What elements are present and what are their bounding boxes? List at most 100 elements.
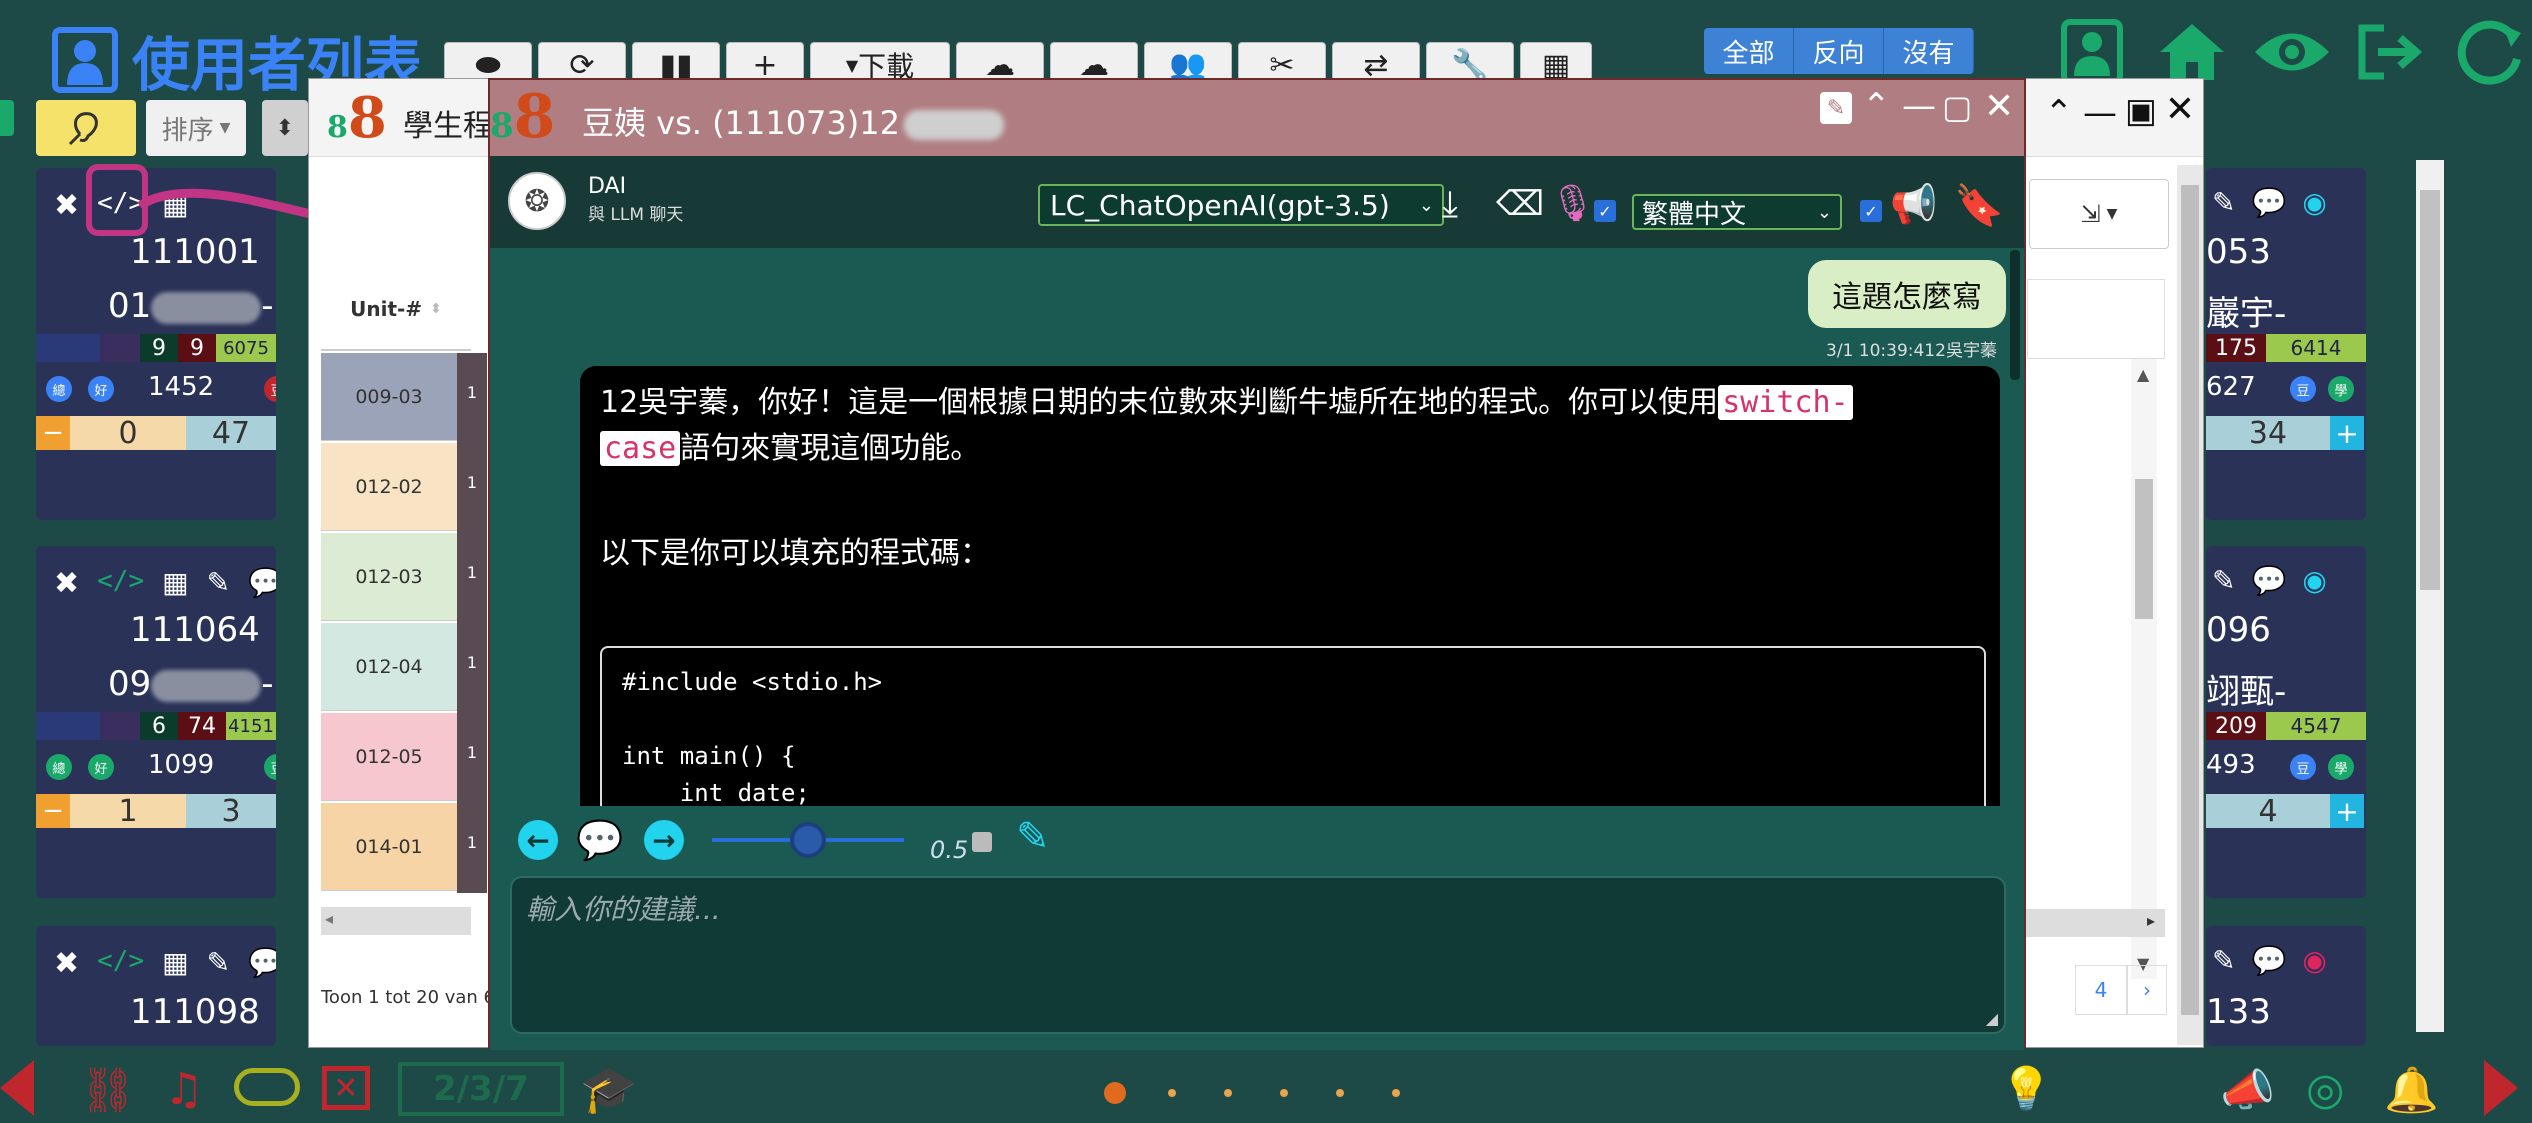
prev-page-arrow[interactable] (0, 1060, 34, 1116)
table-row[interactable]: 012-02 (321, 443, 457, 531)
next-page-arrow[interactable] (2484, 1060, 2518, 1116)
user-card[interactable]: ✎ 💬 ◉ 133 (2206, 926, 2366, 1046)
model-select[interactable]: LC_ChatOpenAI(gpt-3.5) ⌄ (1038, 184, 1444, 226)
bullhorn-icon[interactable]: 📣 (2220, 1064, 2275, 1116)
collapse-icon[interactable]: ⌃ (2045, 93, 2074, 133)
logout-button[interactable] (2350, 12, 2430, 92)
llm-chat-window[interactable]: 88 豆姨 vs. (111073)12 ✎ ⌃ — ▢ ✕ ❂ DAI 與 L… (488, 78, 2026, 1050)
decrement-button[interactable]: − (36, 416, 70, 450)
slider-checkbox[interactable] (972, 832, 992, 852)
slider-handle[interactable] (790, 822, 826, 858)
chat-icon[interactable]: 💬 (2251, 944, 2286, 977)
chat-icon[interactable]: 💬 (248, 566, 276, 601)
scroll-right-icon[interactable]: ▸ (2147, 911, 2155, 930)
sort-direction-button[interactable]: ⬍ (262, 100, 308, 156)
user-card[interactable]: ✖ </> ▦ ✎ 💬 111098 (36, 926, 276, 1046)
carousel-dot[interactable] (1224, 1089, 1232, 1097)
page-scrollbar[interactable] (2416, 160, 2444, 1032)
scroll-left-icon[interactable]: ◂ (325, 909, 333, 928)
pencil-icon[interactable]: ✎ (207, 946, 230, 981)
window-scrollbar[interactable] (2177, 165, 2203, 1045)
increment-button[interactable]: + (2330, 416, 2364, 450)
sort-dropdown[interactable]: 排序 ▼ (146, 100, 246, 156)
suggestion-input[interactable]: 輸入你的建議... ◢ (510, 876, 2006, 1034)
scrollbar-thumb[interactable] (2135, 479, 2153, 619)
eye-icon[interactable]: ◉ (2302, 944, 2326, 977)
calendar-icon[interactable]: ▦ (162, 946, 188, 981)
calendar-icon[interactable]: ▦ (162, 566, 188, 601)
filter-none-button[interactable]: 沒有 (1884, 28, 1974, 74)
pencil-icon[interactable]: ✎ (207, 566, 230, 601)
scroll-up-icon[interactable]: ▲ (2137, 365, 2149, 384)
eraser-icon[interactable]: ⌫ (1496, 184, 1544, 224)
speak-checkbox[interactable]: ✓ (1860, 200, 1882, 222)
carousel-dot[interactable] (1168, 1089, 1176, 1097)
sidebar-handle[interactable] (0, 100, 14, 136)
toggle-icon[interactable] (234, 1068, 300, 1106)
carousel-dot[interactable] (1336, 1089, 1344, 1097)
close-square-icon[interactable]: ✕ (322, 1066, 370, 1110)
code-icon[interactable]: </> (97, 566, 144, 601)
close-icon[interactable]: ✕ (2165, 89, 2195, 130)
edit-icon[interactable]: ✎ (1820, 92, 1852, 124)
graduation-cap-icon[interactable]: 🎓 (580, 1062, 637, 1117)
chat-scrollbar-thumb[interactable] (2010, 250, 2020, 380)
megaphone-icon[interactable]: 📢 (1890, 182, 1937, 227)
microphone-icon[interactable]: 🎙 (1550, 182, 1596, 224)
pencil-icon[interactable]: ✎ (2212, 186, 2235, 219)
column-header-unit[interactable]: Unit-# ⬍ (321, 269, 471, 351)
unlink-icon[interactable]: ⛓ (80, 1064, 136, 1116)
broadcast-icon[interactable]: ◎ (2306, 1064, 2344, 1115)
decrement-button[interactable]: − (36, 794, 70, 828)
user-card[interactable]: ✎ 💬 ◉ 096 翊甄- 209 4547 493 豆 學 4 + (2206, 546, 2366, 898)
increment-button[interactable]: + (2330, 794, 2364, 828)
chat-icon[interactable]: 💬 (2251, 564, 2286, 597)
voice-checkbox[interactable]: ✓ (1594, 200, 1616, 222)
carousel-dot-active[interactable] (1104, 1082, 1126, 1104)
chat-icon[interactable]: 💬 (2251, 186, 2286, 219)
hearing-toggle-button[interactable] (36, 100, 136, 156)
table-row[interactable]: 012-03 (321, 533, 457, 621)
user-card[interactable]: ✖ </> ▦ ✎ 💬 111064 09- 6 74 4151 總 好 109… (36, 546, 276, 898)
carousel-dot[interactable] (1280, 1089, 1288, 1097)
download-icon[interactable]: ⤓ (1442, 184, 1458, 226)
bookmark-icon[interactable]: 🔖 (1954, 182, 2004, 229)
delete-icon[interactable]: ✖ (54, 946, 79, 981)
lightbulb-icon[interactable]: 💡 (2000, 1064, 2052, 1114)
table-row[interactable]: 012-04 (321, 623, 457, 711)
code-icon[interactable]: </> (97, 946, 144, 981)
pencil-icon[interactable]: ✎ (2212, 944, 2235, 977)
minimize-icon[interactable]: — (1902, 86, 1936, 126)
language-select[interactable]: 繁體中文 ⌄ (1632, 194, 1842, 230)
minimize-icon[interactable]: — (2083, 93, 2117, 133)
export-dropdown[interactable]: ⇲ ▼ (2029, 179, 2169, 249)
chat-icon[interactable]: 💬 (248, 946, 276, 981)
edit-square-icon[interactable]: ✎ (1016, 814, 1050, 860)
eye-slash-icon[interactable]: ◉ (2302, 186, 2326, 219)
reload-button[interactable] (2450, 12, 2530, 92)
horizontal-scrollbar-right[interactable]: ▸ (2025, 909, 2165, 937)
delete-icon[interactable]: ✖ (54, 566, 79, 601)
scrollbar-thumb[interactable] (2420, 190, 2440, 590)
resize-handle-icon[interactable]: ◢ (1986, 1009, 1998, 1028)
close-icon[interactable]: ✕ (1984, 86, 2014, 127)
page-indicator[interactable]: 2/3/7 (398, 1062, 564, 1116)
delete-icon[interactable]: ✖ (54, 188, 79, 223)
next-page-link[interactable]: › (2127, 965, 2167, 1015)
horizontal-scrollbar[interactable]: ◂ (321, 907, 471, 935)
inner-scrollbar[interactable]: ▲ ▼ (2131, 359, 2157, 979)
collapse-icon[interactable]: ⌃ (1862, 86, 1891, 126)
bell-icon[interactable]: 🔔 (2384, 1064, 2439, 1116)
music-icon[interactable]: ♫ (164, 1064, 203, 1115)
carousel-dot[interactable] (1392, 1089, 1400, 1097)
view-button[interactable] (2252, 12, 2332, 92)
maximize-icon[interactable]: ▣ (2125, 91, 2157, 131)
filter-reverse-button[interactable]: 反向 (1794, 28, 1884, 74)
pencil-icon[interactable]: ✎ (2212, 564, 2235, 597)
table-row[interactable]: 012-05 (321, 713, 457, 801)
comment-button[interactable]: 💬 (576, 818, 626, 862)
eye-slash-icon[interactable]: ◉ (2302, 564, 2326, 597)
maximize-icon[interactable]: ▢ (1942, 88, 1972, 126)
next-button[interactable]: → (644, 820, 684, 860)
previous-button[interactable]: ← (518, 820, 558, 860)
